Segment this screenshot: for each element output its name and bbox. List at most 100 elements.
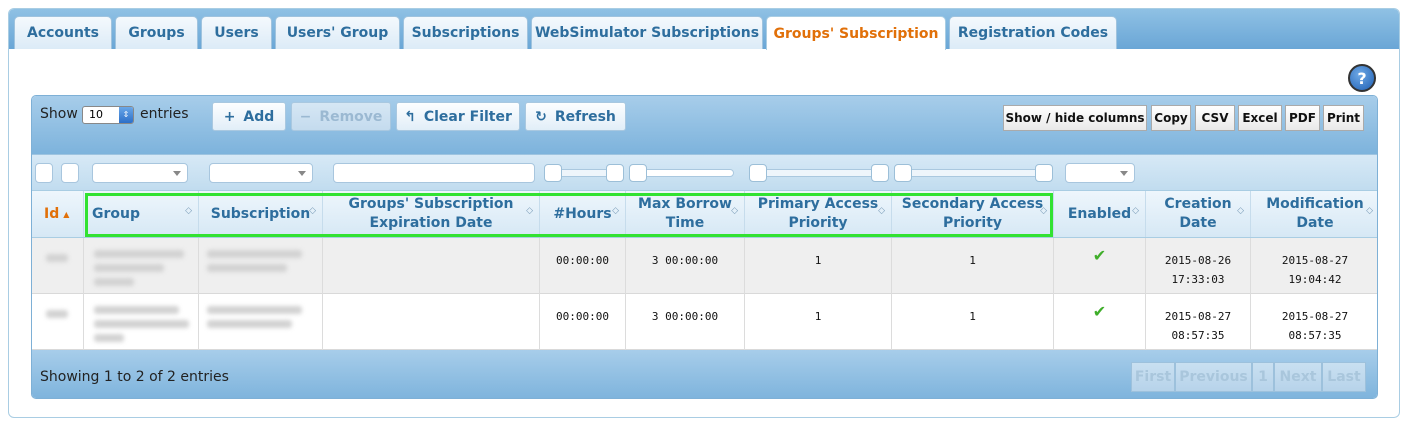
slider-handle-max[interactable] <box>606 164 624 182</box>
tab-subscriptions[interactable]: Subscriptions <box>403 16 528 49</box>
checkmark-icon: ✔ <box>1054 238 1146 294</box>
slider-handle-max[interactable] <box>871 164 889 182</box>
secondary-priority-range-slider[interactable] <box>894 164 1053 182</box>
remove-button[interactable]: − Remove <box>291 102 391 131</box>
excel-button[interactable]: Excel <box>1238 105 1282 131</box>
table-row[interactable]: 00:00:00 3 00:00:00 1 1 ✔ 2015-08-26 17:… <box>32 238 1377 294</box>
minus-icon: − <box>299 108 312 125</box>
subscription-filter-select[interactable] <box>209 163 313 183</box>
column-header-creation-date[interactable]: Creation Date ◇ <box>1146 191 1251 237</box>
slider-handle-min[interactable] <box>629 164 647 182</box>
redacted-value <box>207 320 292 328</box>
table-footer: Showing 1 to 2 of 2 entries First Previo… <box>32 350 1377 398</box>
redacted-value <box>94 264 164 272</box>
max-borrow-range-slider[interactable] <box>629 164 734 182</box>
slider-handle-min[interactable] <box>894 164 912 182</box>
cell-id <box>32 238 84 294</box>
pagination-first-button[interactable]: First <box>1131 362 1175 392</box>
slider-handle-min[interactable] <box>544 164 562 182</box>
refresh-button[interactable]: ↻ Refresh <box>525 102 626 131</box>
data-table: Show 10 ⇕ entries + Add − Remove ↰ Clear… <box>31 95 1378 399</box>
column-label: Group <box>92 205 141 222</box>
tab-accounts[interactable]: Accounts <box>14 16 112 49</box>
redacted-value <box>207 306 302 314</box>
checkmark-icon: ✔ <box>1054 294 1146 350</box>
column-header-hours[interactable]: #Hours ◇ <box>540 191 626 237</box>
cell-expiration-date <box>323 238 540 294</box>
expiration-date-filter[interactable] <box>333 163 535 183</box>
column-label: Subscription <box>210 205 311 222</box>
column-label: Max Borrow Time <box>638 196 732 231</box>
tab-groups-subscription[interactable]: Groups' Subscription <box>766 16 946 50</box>
csv-button[interactable]: CSV <box>1195 105 1235 131</box>
column-header-subscription[interactable]: Subscription ◇ <box>199 191 323 237</box>
column-label: #Hours <box>553 205 612 222</box>
id-filter-max[interactable] <box>61 163 79 183</box>
entries-info: Showing 1 to 2 of 2 entries <box>40 369 229 385</box>
cell-modification-date: 2015-08-27 19:04:42 <box>1281 254 1349 286</box>
enabled-filter-select[interactable] <box>1065 163 1135 183</box>
show-label: Show <box>40 106 78 122</box>
sort-asc-icon: ▲ <box>63 209 70 219</box>
primary-priority-range-slider[interactable] <box>749 164 889 182</box>
redacted-value <box>207 264 287 272</box>
tab-groups[interactable]: Groups <box>115 16 198 49</box>
hours-range-slider[interactable] <box>544 164 624 182</box>
redacted-value <box>207 250 302 258</box>
id-filter-min[interactable] <box>35 163 53 183</box>
redacted-value <box>94 278 134 286</box>
cell-creation-date: 2015-08-26 17:33:03 <box>1146 238 1251 294</box>
add-label: Add <box>243 108 275 125</box>
sort-icon: ◇ <box>1237 206 1244 216</box>
column-header-primary-access-priority[interactable]: Primary Access Priority ◇ <box>745 191 892 237</box>
column-header-max-borrow-time[interactable]: Max Borrow Time ◇ <box>626 191 745 237</box>
pagination-previous-button[interactable]: Previous <box>1175 362 1252 392</box>
show-hide-columns-button[interactable]: Show / hide columns <box>1003 105 1147 131</box>
print-button[interactable]: Print <box>1323 105 1364 131</box>
chevron-updown-icon: ⇕ <box>119 107 133 123</box>
column-header-modification-date[interactable]: Modification Date ◇ <box>1251 191 1377 237</box>
slider-handle-min[interactable] <box>749 164 767 182</box>
redacted-value <box>94 334 124 342</box>
clear-filter-button[interactable]: ↰ Clear Filter <box>396 102 520 131</box>
tab-users-group[interactable]: Users' Group <box>275 16 400 49</box>
slider-handle-max[interactable] <box>1035 164 1053 182</box>
tab-bar: Accounts Groups Users Users' Group Subsc… <box>9 9 1399 50</box>
group-filter-select[interactable] <box>92 163 188 183</box>
cell-id <box>32 294 84 350</box>
column-label: Groups' Subscription Expiration Date <box>348 196 514 231</box>
chevron-down-icon <box>1120 171 1128 176</box>
table-row[interactable]: 00:00:00 3 00:00:00 1 1 ✔ 2015-08-27 08:… <box>32 294 1377 350</box>
cell-modification-date: 2015-08-27 08:57:35 <box>1281 310 1349 342</box>
column-header-enabled[interactable]: Enabled ◇ <box>1054 191 1146 237</box>
column-label: Enabled <box>1067 205 1132 222</box>
chevron-down-icon <box>298 171 306 176</box>
entries-select[interactable]: 10 ⇕ <box>82 106 134 124</box>
sort-icon: ◇ <box>878 206 885 216</box>
header-row: Id ▲ Group ◇ Subscription ◇ Groups' Subscr… <box>32 190 1377 238</box>
redacted-value <box>94 306 179 314</box>
help-icon[interactable]: ? <box>1348 64 1376 92</box>
cell-subscription <box>199 238 323 294</box>
column-header-group[interactable]: Group ◇ <box>84 191 199 237</box>
pagination-next-button[interactable]: Next <box>1274 362 1322 392</box>
pagination-last-button[interactable]: Last <box>1322 362 1366 392</box>
copy-button[interactable]: Copy <box>1151 105 1191 131</box>
tab-users[interactable]: Users <box>201 16 272 49</box>
pagination-page-button[interactable]: 1 <box>1252 362 1274 392</box>
column-header-secondary-access-priority[interactable]: Secondary Access Priority ◇ <box>892 191 1054 237</box>
column-label: Modification Date <box>1266 196 1364 231</box>
pdf-button[interactable]: PDF <box>1285 105 1320 131</box>
cell-hours: 00:00:00 <box>540 294 626 350</box>
sort-icon: ◇ <box>612 206 619 216</box>
add-button[interactable]: + Add <box>212 102 286 131</box>
column-label: Id <box>44 205 60 222</box>
table-toolbar: Show 10 ⇕ entries + Add − Remove ↰ Clear… <box>32 96 1377 154</box>
entries-label: entries <box>140 106 189 122</box>
tab-registration-codes[interactable]: Registration Codes <box>949 16 1117 49</box>
column-header-id[interactable]: Id ▲ <box>32 191 84 237</box>
cell-max-borrow-time: 3 00:00:00 <box>626 238 745 294</box>
tab-websimulator-subscriptions[interactable]: WebSimulator Subscriptions <box>531 16 763 49</box>
column-header-expiration-date[interactable]: Groups' Subscription Expiration Date ◇ <box>323 191 540 237</box>
column-label: Secondary Access Priority <box>901 196 1044 231</box>
